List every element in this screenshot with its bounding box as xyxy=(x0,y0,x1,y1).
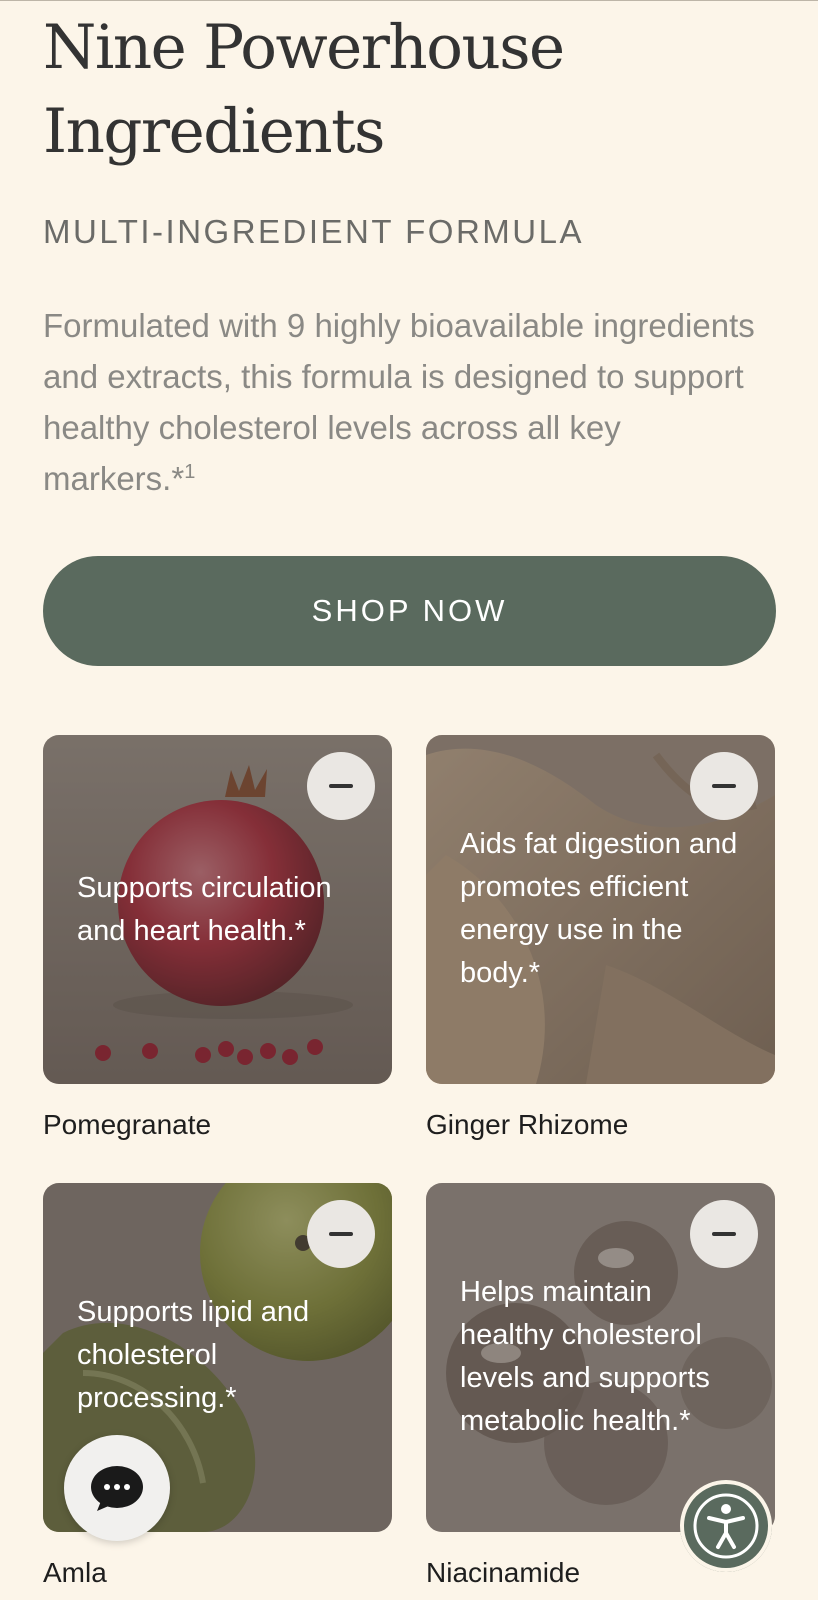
minus-icon xyxy=(329,1232,353,1236)
ingredient-name: Ginger Rhizome xyxy=(426,1109,629,1140)
shop-now-button[interactable]: SHOP NOW xyxy=(43,556,776,666)
chat-widget-button[interactable] xyxy=(64,1435,170,1541)
section-title: Nine Powerhouse Ingredients xyxy=(43,6,783,174)
title-line-1: Nine Powerhouse xyxy=(43,12,565,83)
top-divider xyxy=(0,0,818,1)
section-eyebrow: MULTI-INGREDIENT FORMULA xyxy=(43,213,584,250)
ingredient-name: Pomegranate xyxy=(43,1109,212,1140)
chat-bubble-icon xyxy=(91,1466,143,1511)
ingredient-card-ginger-rhizome[interactable]: Aids fat digestion and promotes efficien… xyxy=(426,735,775,1084)
ingredient-name: Niacinamide xyxy=(426,1557,581,1588)
description-text: Formulated with 9 highly bioavailable in… xyxy=(43,307,755,497)
section-description: Formulated with 9 highly bioavailable in… xyxy=(43,300,773,504)
footnote-marker: 1 xyxy=(184,461,196,483)
collapse-toggle-button[interactable] xyxy=(307,1200,375,1268)
accessibility-icon xyxy=(693,1493,759,1559)
minus-icon xyxy=(712,784,736,788)
ingredient-benefit: Aids fat digestion and promotes efficien… xyxy=(460,828,738,989)
minus-icon xyxy=(329,784,353,788)
collapse-toggle-button[interactable] xyxy=(690,752,758,820)
ingredient-card-pomegranate[interactable]: Supports circulation and heart health.* xyxy=(43,735,392,1084)
collapse-toggle-button[interactable] xyxy=(690,1200,758,1268)
ingredient-name: Amla xyxy=(43,1557,107,1588)
ingredient-benefit: Supports circulation and heart health.* xyxy=(77,872,332,947)
collapse-toggle-button[interactable] xyxy=(307,752,375,820)
accessibility-button[interactable] xyxy=(680,1480,772,1572)
title-line-2: Ingredients xyxy=(43,96,385,167)
ingredient-benefit: Helps maintain healthy cholesterol level… xyxy=(460,1276,710,1437)
minus-icon xyxy=(712,1232,736,1236)
ingredient-benefit: Supports lipid and cholesterol processin… xyxy=(77,1296,310,1414)
